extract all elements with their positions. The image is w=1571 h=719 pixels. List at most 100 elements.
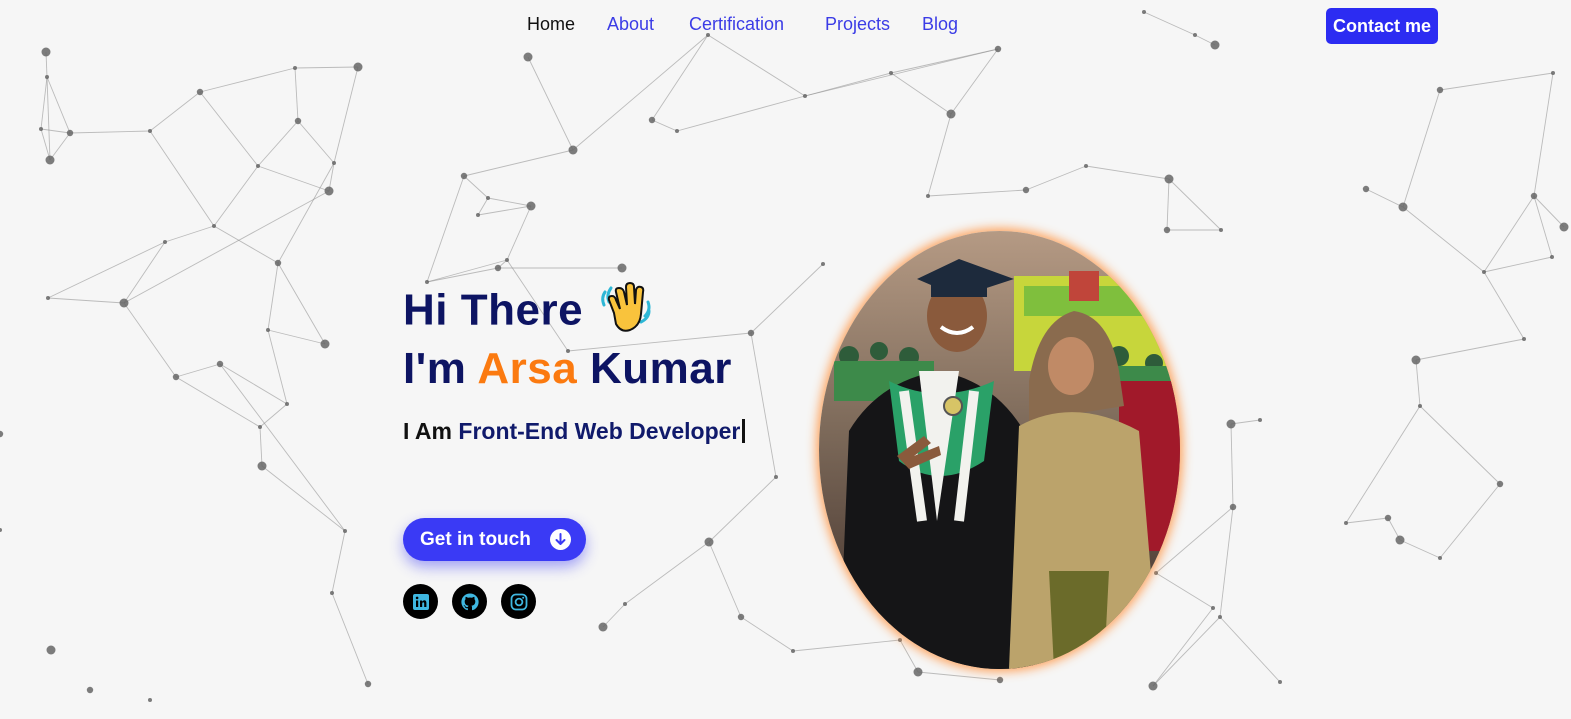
network-node bbox=[791, 649, 795, 653]
network-node bbox=[1022, 186, 1030, 194]
network-line bbox=[294, 67, 299, 122]
network-node bbox=[889, 71, 893, 75]
network-line bbox=[149, 130, 215, 227]
arrow-down-circle-icon bbox=[550, 529, 571, 550]
network-node bbox=[1258, 418, 1262, 422]
network-node bbox=[926, 194, 930, 198]
network-line bbox=[792, 639, 901, 652]
network-line bbox=[267, 262, 279, 331]
role-line: I Am Front-End Web Developer bbox=[403, 418, 746, 445]
network-node bbox=[1522, 337, 1526, 341]
nav-link-blog[interactable]: Blog bbox=[922, 14, 958, 35]
network-line bbox=[1345, 405, 1421, 524]
network-node bbox=[476, 213, 480, 217]
nav-link-certification[interactable]: Certification bbox=[689, 14, 784, 35]
network-line bbox=[426, 259, 508, 283]
github-icon[interactable] bbox=[452, 584, 487, 619]
network-line bbox=[917, 671, 1001, 681]
instagram-icon[interactable] bbox=[501, 584, 536, 619]
greeting-text: Hi There bbox=[403, 285, 584, 335]
network-node bbox=[320, 339, 330, 349]
network-line bbox=[297, 120, 335, 164]
network-line bbox=[1230, 423, 1234, 508]
network-line bbox=[123, 241, 166, 304]
nav-link-about[interactable]: About bbox=[607, 14, 654, 35]
linkedin-icon[interactable] bbox=[403, 584, 438, 619]
network-node bbox=[946, 109, 956, 119]
network-line bbox=[527, 56, 574, 151]
network-line bbox=[219, 363, 288, 405]
network-line bbox=[651, 119, 678, 132]
network-line bbox=[477, 197, 489, 216]
intro-text: I'm bbox=[403, 344, 467, 393]
network-line bbox=[1219, 616, 1281, 683]
get-in-touch-label: Get in touch bbox=[420, 528, 531, 550]
network-node bbox=[913, 667, 923, 677]
network-node bbox=[293, 66, 297, 70]
network-node bbox=[1362, 185, 1370, 193]
network-line bbox=[676, 95, 806, 132]
network-node bbox=[1229, 503, 1237, 511]
network-node bbox=[274, 259, 282, 267]
network-line bbox=[257, 165, 330, 192]
role-text: Front-End Web Developer bbox=[458, 418, 741, 444]
network-line bbox=[927, 113, 952, 197]
get-in-touch-button[interactable]: Get in touch bbox=[403, 518, 586, 561]
network-line bbox=[219, 363, 346, 532]
network-node bbox=[737, 613, 745, 621]
network-node bbox=[285, 402, 289, 406]
network-node bbox=[803, 94, 807, 98]
network-line bbox=[1365, 188, 1404, 208]
network-node bbox=[648, 116, 656, 124]
network-node bbox=[526, 201, 536, 211]
network-line bbox=[463, 175, 489, 199]
network-node bbox=[1530, 192, 1538, 200]
network-line bbox=[477, 205, 532, 216]
network-node bbox=[45, 75, 49, 79]
network-node bbox=[1164, 174, 1174, 184]
network-line bbox=[47, 297, 125, 304]
network-line bbox=[199, 67, 296, 93]
network-node bbox=[1411, 355, 1421, 365]
network-line bbox=[213, 165, 259, 227]
network-node bbox=[623, 602, 627, 606]
network-line bbox=[1533, 72, 1554, 197]
network-node bbox=[704, 537, 714, 547]
network-node bbox=[294, 117, 302, 125]
network-line bbox=[1152, 616, 1221, 687]
network-node bbox=[1148, 681, 1158, 691]
network-line bbox=[40, 128, 71, 134]
network-node bbox=[266, 328, 270, 332]
contact-me-button[interactable]: Contact me bbox=[1326, 8, 1438, 44]
network-node bbox=[1084, 164, 1088, 168]
network-line bbox=[708, 541, 742, 618]
network-node bbox=[148, 129, 152, 133]
name-first: Arsa bbox=[477, 344, 578, 393]
background-network bbox=[0, 10, 1569, 702]
network-node bbox=[505, 258, 509, 262]
network-line bbox=[69, 130, 151, 134]
network-line bbox=[1345, 517, 1389, 524]
network-line bbox=[1168, 178, 1222, 231]
network-line bbox=[1085, 165, 1170, 180]
network-line bbox=[267, 329, 326, 345]
network-line bbox=[426, 175, 465, 283]
network-line bbox=[487, 197, 532, 207]
network-node bbox=[1550, 255, 1554, 259]
network-node bbox=[330, 591, 334, 595]
network-line bbox=[624, 541, 710, 605]
network-line bbox=[1025, 165, 1087, 191]
network-node bbox=[0, 430, 4, 438]
network-node bbox=[1226, 419, 1236, 429]
nav-link-home[interactable]: Home bbox=[527, 14, 575, 35]
network-line bbox=[1152, 607, 1214, 687]
network-node bbox=[258, 425, 262, 429]
network-line bbox=[1399, 539, 1441, 559]
network-node bbox=[324, 186, 334, 196]
network-line bbox=[213, 225, 279, 264]
network-node bbox=[598, 622, 608, 632]
network-line bbox=[927, 189, 1027, 197]
name-last: Kumar bbox=[589, 344, 732, 393]
network-node bbox=[460, 172, 468, 180]
nav-link-projects[interactable]: Projects bbox=[825, 14, 890, 35]
